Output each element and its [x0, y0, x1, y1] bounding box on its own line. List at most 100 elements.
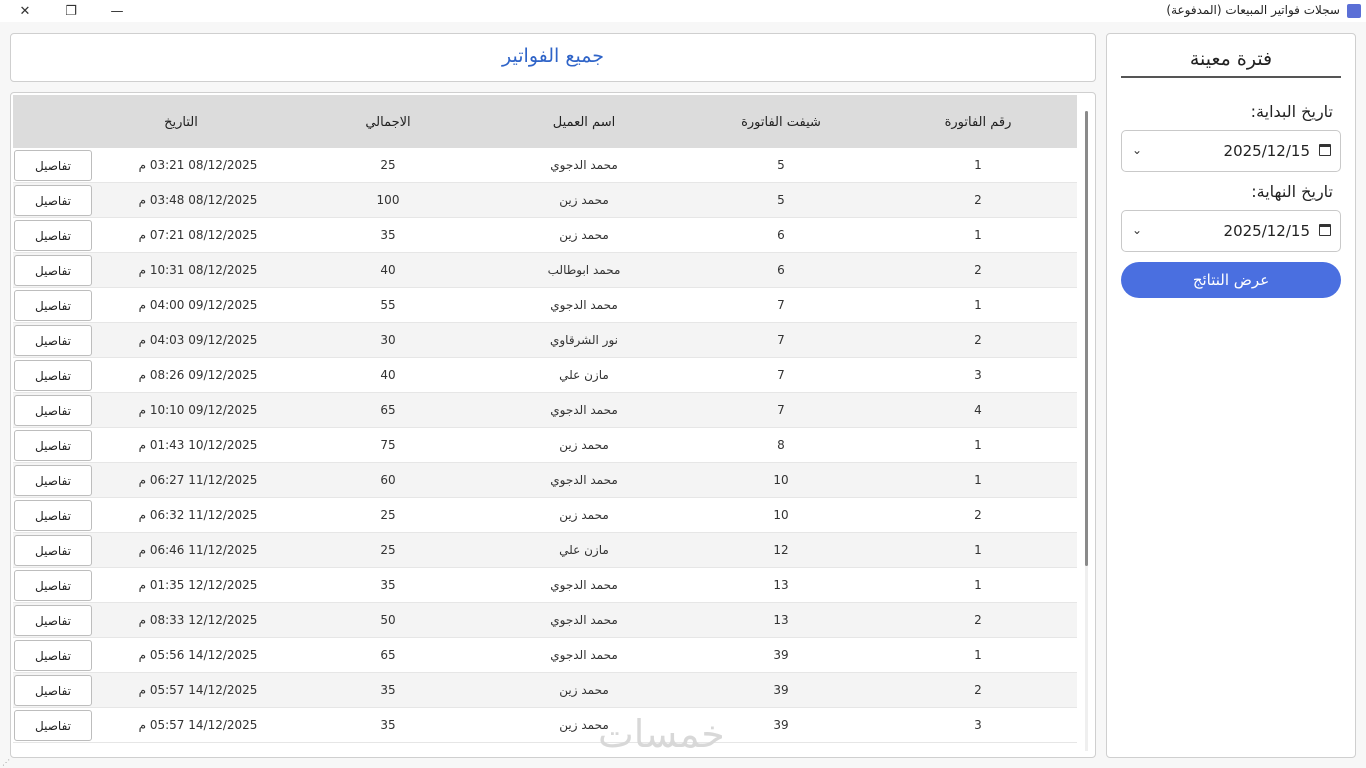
table-row[interactable]: 2 10 محمد زين 25 11/12/2025 06:32 م تفاصيل — [13, 498, 1077, 533]
table-row[interactable]: 4 7 محمد الدجوي 65 09/12/2025 10:10 م تفاصيل — [13, 393, 1077, 428]
table-row[interactable]: 1 12 مازن علي 25 11/12/2025 06:46 م تفاصيل — [13, 533, 1077, 568]
column-header-shift[interactable]: شيفت الفاتورة — [721, 115, 841, 130]
column-header-total[interactable]: الاجمالي — [338, 115, 438, 130]
customer-name: محمد زين — [559, 228, 609, 242]
details-button[interactable]: تفاصيل — [14, 395, 92, 426]
close-window-button[interactable]: ✕ — [2, 0, 48, 22]
show-results-button[interactable]: عرض النتائج — [1121, 262, 1341, 298]
customer-name: محمد الدجوي — [550, 158, 618, 172]
chevron-down-icon[interactable]: ⌄ — [1132, 143, 1142, 157]
table-row[interactable]: 2 7 نور الشرقاوي 30 09/12/2025 04:03 م تفاصيل — [13, 323, 1077, 358]
details-button[interactable]: تفاصيل — [14, 465, 92, 496]
invoice-shift: 7 — [777, 333, 785, 347]
invoice-total: 40 — [380, 368, 396, 382]
details-button[interactable]: تفاصيل — [14, 290, 92, 321]
details-button[interactable]: تفاصيل — [14, 220, 92, 251]
invoice-shift: 7 — [777, 298, 785, 312]
invoice-total: 65 — [380, 648, 396, 662]
table-row[interactable]: 2 39 محمد زين 35 14/12/2025 05:57 م تفاصيل — [13, 673, 1077, 708]
invoice-date: 09/12/2025 10:10 م — [138, 403, 258, 417]
details-button[interactable]: تفاصيل — [14, 640, 92, 671]
invoice-number: 3 — [974, 368, 982, 382]
start-date-picker[interactable]: 2025/12/15 ⌄ — [1121, 130, 1341, 172]
customer-name: محمد الدجوي — [550, 403, 618, 417]
customer-name: محمد ابوطالب — [547, 263, 621, 277]
customer-name: محمد الدجوي — [550, 613, 618, 627]
invoice-total: 25 — [380, 543, 396, 557]
invoice-total: 75 — [380, 438, 396, 452]
table-row[interactable]: 1 6 محمد زين 35 08/12/2025 07:21 م تفاصيل — [13, 218, 1077, 253]
invoice-date: 09/12/2025 04:00 م — [138, 298, 258, 312]
table-body: 1 5 محمد الدجوي 25 08/12/2025 03:21 م تفاصيل 2… — [13, 148, 1077, 743]
table-row[interactable]: 2 6 محمد ابوطالب 40 08/12/2025 10:31 م تفاصيل — [13, 253, 1077, 288]
header-box: جميع الفواتير — [10, 33, 1096, 82]
invoice-total: 55 — [380, 298, 396, 312]
chevron-down-icon[interactable]: ⌄ — [1132, 223, 1142, 237]
invoice-total: 25 — [380, 508, 396, 522]
customer-name: محمد زين — [559, 193, 609, 207]
invoice-number: 1 — [974, 158, 982, 172]
customer-name: محمد الدجوي — [550, 473, 618, 487]
table-row[interactable]: 1 13 محمد الدجوي 35 12/12/2025 01:35 م تفاصيل — [13, 568, 1077, 603]
details-button[interactable]: تفاصيل — [14, 500, 92, 531]
end-date-value: 2025/12/15 — [1223, 222, 1310, 240]
end-date-picker[interactable]: 2025/12/15 ⌄ — [1121, 210, 1341, 252]
table-row[interactable]: 2 5 محمد زين 100 08/12/2025 03:48 م تفاصيل — [13, 183, 1077, 218]
invoice-number: 2 — [974, 613, 982, 627]
details-button[interactable]: تفاصيل — [14, 570, 92, 601]
table-row[interactable]: 1 39 محمد الدجوي 65 14/12/2025 05:56 م تفاصيل — [13, 638, 1077, 673]
details-button[interactable]: تفاصيل — [14, 710, 92, 741]
customer-name: مازن علي — [559, 543, 609, 557]
invoice-number: 2 — [974, 333, 982, 347]
details-button[interactable]: تفاصيل — [14, 255, 92, 286]
details-button[interactable]: تفاصيل — [14, 150, 92, 181]
customer-name: محمد الدجوي — [550, 648, 618, 662]
invoice-shift: 6 — [777, 263, 785, 277]
start-date-value: 2025/12/15 — [1223, 142, 1310, 160]
invoice-number: 3 — [974, 718, 982, 732]
details-button[interactable]: تفاصيل — [14, 535, 92, 566]
details-button[interactable]: تفاصيل — [14, 185, 92, 216]
invoice-total: 25 — [380, 158, 396, 172]
details-button[interactable]: تفاصيل — [14, 325, 92, 356]
column-header-customer[interactable]: اسم العميل — [514, 115, 654, 130]
end-date-label: تاريخ النهاية: — [1251, 182, 1333, 201]
invoice-date: 12/12/2025 01:35 م — [138, 578, 258, 592]
table-row[interactable]: 1 7 محمد الدجوي 55 09/12/2025 04:00 م تفاصيل — [13, 288, 1077, 323]
invoice-shift: 13 — [773, 613, 789, 627]
table-row[interactable]: 1 5 محمد الدجوي 25 08/12/2025 03:21 م تفاصيل — [13, 148, 1077, 183]
column-header-date[interactable]: التاريخ — [131, 115, 231, 130]
invoice-date: 14/12/2025 05:56 م — [138, 648, 258, 662]
invoice-total: 35 — [380, 683, 396, 697]
table-row[interactable]: 1 10 محمد الدجوي 60 11/12/2025 06:27 م تفاصيل — [13, 463, 1077, 498]
restore-window-button[interactable]: ❐ — [48, 0, 94, 22]
resize-grip[interactable]: ⋰ — [2, 758, 10, 767]
details-button[interactable]: تفاصيل — [14, 360, 92, 391]
invoice-number: 1 — [974, 228, 982, 242]
invoice-total: 35 — [380, 228, 396, 242]
details-button[interactable]: تفاصيل — [14, 605, 92, 636]
restore-icon: ❐ — [65, 3, 77, 19]
column-header-number[interactable]: رقم الفاتورة — [928, 115, 1028, 130]
minimize-window-button[interactable]: — — [94, 0, 140, 22]
invoice-date: 11/12/2025 06:32 م — [138, 508, 258, 522]
table-row[interactable]: 2 13 محمد الدجوي 50 12/12/2025 08:33 م تفاصيل — [13, 603, 1077, 638]
invoice-number: 2 — [974, 193, 982, 207]
details-button[interactable]: تفاصيل — [14, 675, 92, 706]
scrollbar-thumb[interactable] — [1085, 111, 1088, 566]
invoice-shift: 5 — [777, 158, 785, 172]
app-icon — [1347, 4, 1361, 18]
invoice-total: 65 — [380, 403, 396, 417]
table-row[interactable]: 1 8 محمد زين 75 10/12/2025 01:43 م تفاصيل — [13, 428, 1077, 463]
invoice-shift: 10 — [773, 473, 789, 487]
title-bar: ✕ ❐ — سجلات فواتير المبيعات (المدفوعة) — [0, 0, 1366, 22]
invoice-number: 1 — [974, 438, 982, 452]
invoices-table: رقم الفاتورة شيفت الفاتورة اسم العميل ال… — [10, 92, 1096, 758]
table-row[interactable]: 3 7 مازن علي 40 09/12/2025 08:26 م تفاصيل — [13, 358, 1077, 393]
details-button[interactable]: تفاصيل — [14, 430, 92, 461]
invoice-total: 50 — [380, 613, 396, 627]
calendar-icon — [1319, 144, 1331, 156]
invoice-number: 1 — [974, 543, 982, 557]
table-row[interactable]: 3 39 محمد زين 35 14/12/2025 05:57 م تفاصيل — [13, 708, 1077, 743]
invoice-total: 100 — [376, 193, 400, 207]
